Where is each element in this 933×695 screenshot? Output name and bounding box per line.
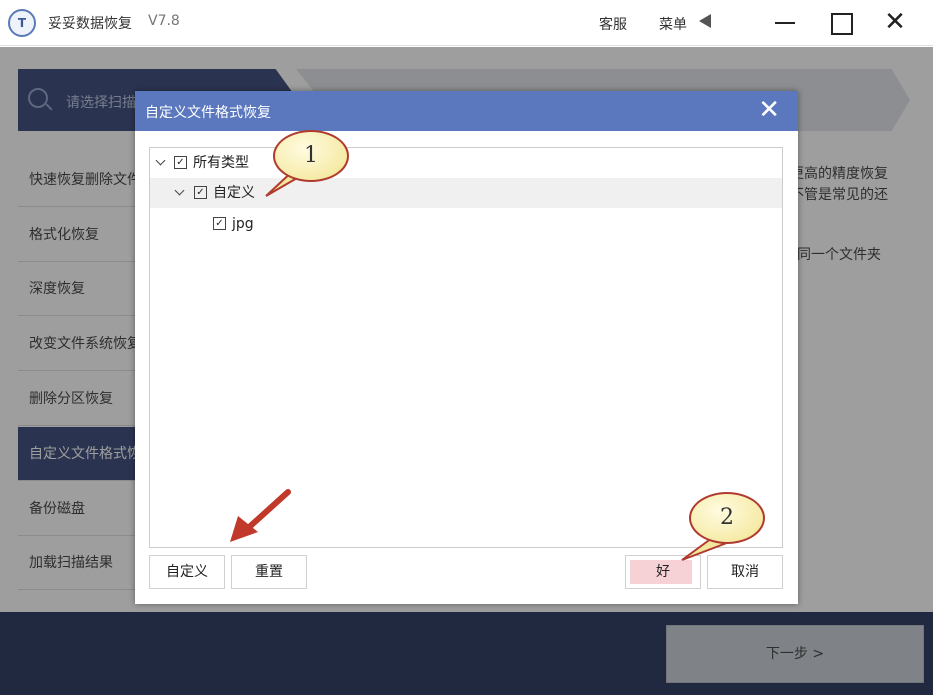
- ok-button-label: 好: [656, 564, 670, 580]
- minimize-button[interactable]: [770, 8, 800, 38]
- app-version: V7.8: [148, 13, 180, 29]
- reset-button[interactable]: 重置: [231, 555, 307, 589]
- cancel-button[interactable]: 取消: [707, 555, 783, 589]
- dialog-header: 自定义文件格式恢复 ✕: [135, 91, 798, 131]
- tree-label: 所有类型: [193, 155, 249, 171]
- checkbox-custom[interactable]: ✓: [194, 186, 207, 199]
- tree-row-jpg[interactable]: ✓ jpg: [150, 209, 782, 239]
- app-logo-icon: T: [8, 9, 36, 37]
- chevron-down-icon[interactable]: [174, 185, 185, 196]
- close-window-button[interactable]: ✕: [880, 8, 910, 38]
- tree-row-custom[interactable]: ✓ 自定义: [150, 178, 782, 208]
- app-title: 妥妥数据恢复: [48, 16, 132, 32]
- ok-button[interactable]: 好: [625, 555, 701, 589]
- format-tree: ✓ 所有类型 ✓ 自定义 ✓ jpg: [149, 147, 783, 548]
- close-icon[interactable]: ✕: [758, 96, 780, 124]
- title-bar: T 妥妥数据恢复 V7.8 客服 菜单 ✕: [0, 0, 933, 46]
- callout-step-2: 2: [689, 492, 765, 544]
- maximize-button[interactable]: [826, 8, 856, 38]
- service-button[interactable]: 客服: [599, 14, 627, 34]
- triangle-left-icon[interactable]: [699, 14, 711, 28]
- tree-row-all-types[interactable]: ✓ 所有类型: [150, 148, 782, 178]
- callout-step-1: 1: [273, 130, 349, 182]
- chevron-down-icon[interactable]: [155, 155, 166, 166]
- dialog-title: 自定义文件格式恢复: [145, 105, 271, 121]
- checkbox-jpg[interactable]: ✓: [213, 217, 226, 230]
- tree-label: 自定义: [213, 185, 255, 201]
- menu-button[interactable]: 菜单: [659, 14, 687, 34]
- checkbox-all-types[interactable]: ✓: [174, 156, 187, 169]
- tree-label: jpg: [232, 216, 254, 232]
- custom-button[interactable]: 自定义: [149, 555, 225, 589]
